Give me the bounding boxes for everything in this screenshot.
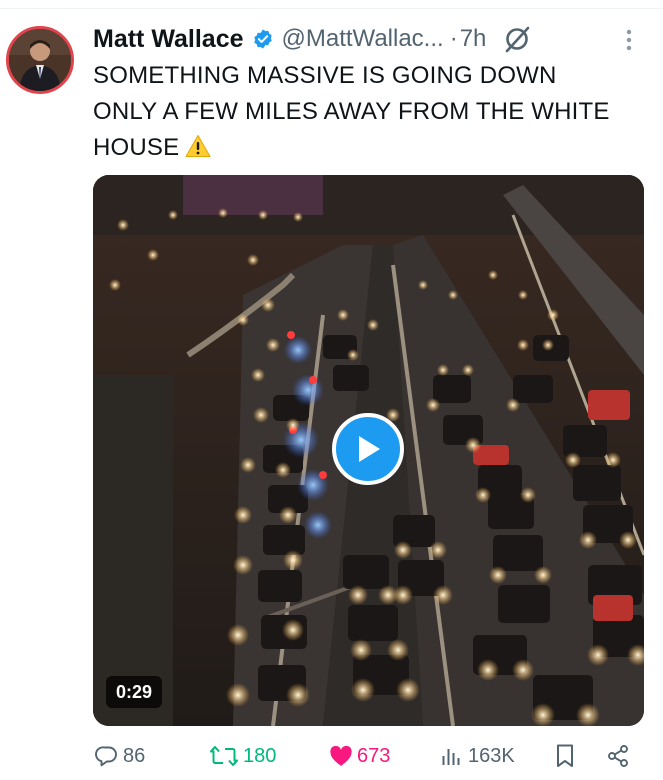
verified-badge-icon — [252, 28, 274, 50]
view-count: 163K — [468, 744, 515, 767]
share-icon — [608, 745, 628, 767]
reply-button[interactable]: 86 — [95, 738, 145, 774]
author-handle[interactable]: @MattWallac... — [282, 25, 444, 53]
top-divider — [0, 8, 663, 9]
tweet-text-line-last: HOUSE — [93, 130, 653, 166]
avatar[interactable] — [6, 26, 74, 94]
play-icon — [359, 436, 380, 462]
tweet-text-line: ONLY A FEW MILES AWAY FROM THE WHITE — [93, 98, 610, 125]
tweet-text-line: SOMETHING MASSIVE IS GOING DOWN — [93, 62, 557, 89]
tweet-actions: 86 180 673 163K — [0, 738, 663, 774]
time-separator: · — [449, 25, 458, 52]
reply-icon — [95, 746, 117, 767]
reply-count: 86 — [123, 744, 146, 767]
avatar-photo — [9, 29, 71, 91]
share-button[interactable] — [606, 738, 630, 774]
play-button[interactable] — [332, 413, 404, 485]
heart-icon — [330, 745, 352, 766]
grok-icon[interactable] — [502, 24, 532, 54]
retweet-icon — [210, 746, 238, 766]
like-button[interactable]: 673 — [329, 738, 390, 774]
timestamp[interactable]: 7h — [460, 25, 487, 53]
warning-emoji-icon — [185, 133, 211, 157]
views-button[interactable]: 163K — [440, 738, 515, 774]
retweet-count: 180 — [243, 744, 277, 767]
tweet-text: SOMETHING MASSIVE IS GOING DOWN ONLY A F… — [93, 58, 653, 166]
bookmark-button[interactable] — [555, 738, 575, 774]
video-duration: 0:29 — [106, 676, 163, 708]
like-count: 673 — [357, 744, 391, 767]
tweet-header: Matt Wallace @MattWallac... · 7h — [93, 22, 663, 56]
video-player[interactable]: 0:29 — [93, 175, 644, 726]
author-name[interactable]: Matt Wallace — [93, 25, 244, 54]
tweet-text-line: HOUSE — [93, 134, 180, 161]
retweet-button[interactable]: 180 — [209, 738, 276, 774]
analytics-icon — [442, 749, 460, 765]
bookmark-icon — [557, 744, 573, 767]
more-options-icon[interactable] — [625, 28, 633, 52]
